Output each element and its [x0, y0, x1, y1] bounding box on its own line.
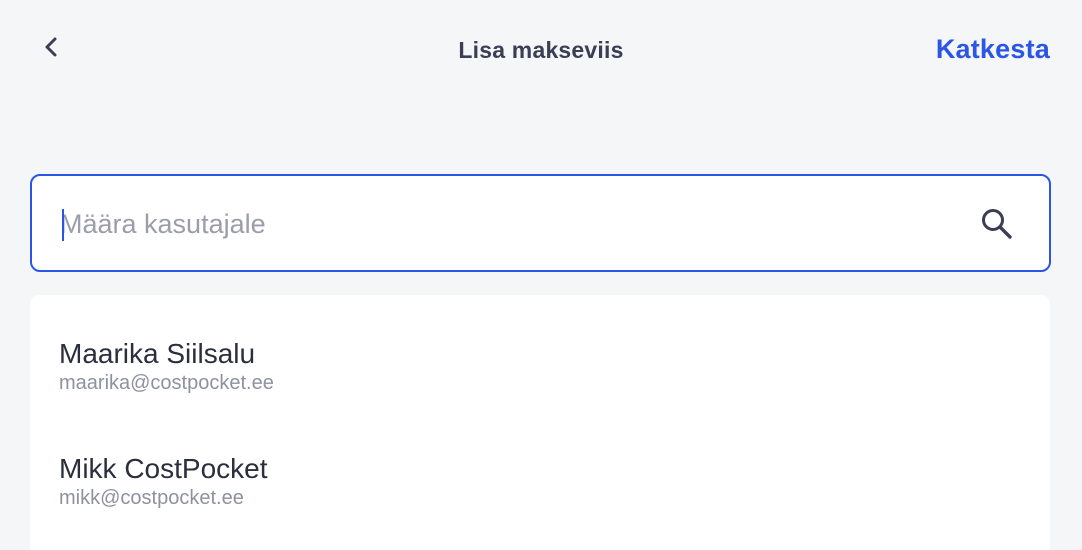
- page-title: Lisa makseviis: [458, 37, 624, 63]
- search-icon[interactable]: [979, 206, 1015, 242]
- list-item[interactable]: Mikk CostPocket mikk@costpocket.ee: [59, 452, 1019, 542]
- user-email: maarika@costpocket.ee: [59, 372, 274, 394]
- user-email: mikk@costpocket.ee: [59, 487, 244, 509]
- cancel-button[interactable]: Katkesta: [936, 34, 1050, 65]
- header: Lisa makseviis Katkesta: [0, 0, 1082, 100]
- search-box[interactable]: [30, 174, 1051, 272]
- user-name: Mikk CostPocket: [59, 453, 268, 484]
- text-caret: [62, 209, 64, 241]
- add-payment-method-screen: Lisa makseviis Katkesta Maarika Siilsalu…: [0, 0, 1082, 550]
- list-item[interactable]: Maarika Siilsalu maarika@costpocket.ee: [59, 337, 1019, 427]
- user-results-list: Maarika Siilsalu maarika@costpocket.ee M…: [30, 295, 1050, 550]
- search-input[interactable]: [60, 202, 940, 246]
- user-name: Maarika Siilsalu: [59, 338, 256, 369]
